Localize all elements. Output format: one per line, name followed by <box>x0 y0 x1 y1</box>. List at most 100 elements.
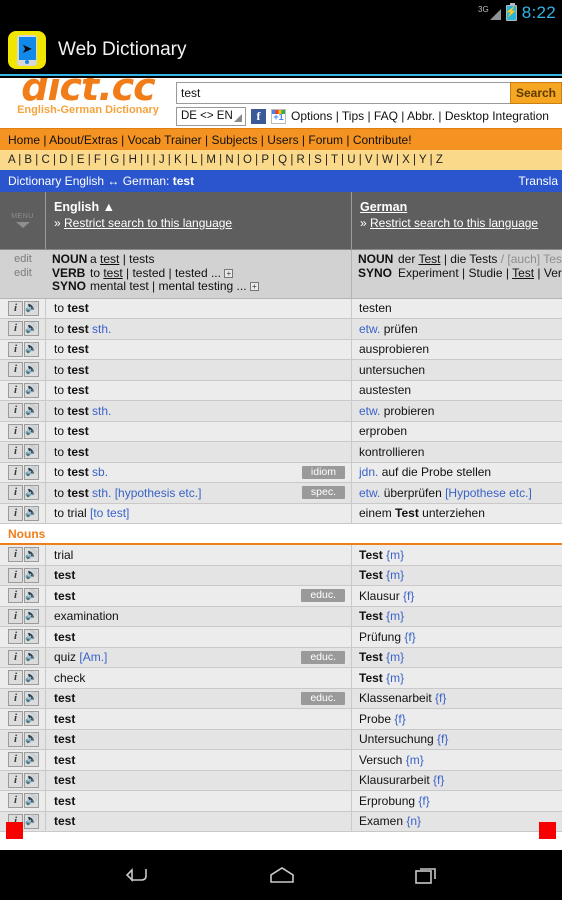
german-term-cell[interactable]: ausprobieren <box>352 340 562 360</box>
german-term-cell[interactable]: Probe {f} <box>352 709 562 729</box>
info-icon[interactable]: i <box>8 423 23 439</box>
table-row[interactable]: i 🔊 test Prüfung {f} <box>0 627 562 648</box>
english-term-cell[interactable]: to test sth. <box>46 401 352 421</box>
search-input[interactable] <box>176 82 510 104</box>
webview-content[interactable]: dict.cc English-German Dictionary Search… <box>0 78 562 850</box>
table-row[interactable]: i 🔊 trial Test {m} <box>0 545 562 566</box>
info-icon[interactable]: i <box>8 382 23 398</box>
speaker-icon[interactable]: 🔊 <box>24 464 39 480</box>
info-icon[interactable]: i <box>8 362 23 378</box>
german-term-cell[interactable]: Examen {n} <box>352 812 562 832</box>
info-icon[interactable]: i <box>8 690 23 706</box>
edit-links[interactable]: edit edit <box>0 250 46 298</box>
table-row[interactable]: i 🔊 test Untersuchung {f} <box>0 729 562 750</box>
table-row[interactable]: i 🔊 to trial [to test] einem Test unterzieh… <box>0 503 562 524</box>
info-icon[interactable]: i <box>8 485 23 501</box>
info-icon[interactable]: i <box>8 608 23 624</box>
speaker-icon[interactable]: 🔊 <box>24 341 39 357</box>
english-term-cell[interactable]: test <box>46 729 352 749</box>
table-row[interactable]: i 🔊 examination Test {m} <box>0 606 562 627</box>
info-icon[interactable]: i <box>8 629 23 645</box>
german-term-cell[interactable]: Erprobung {f} <box>352 791 562 811</box>
alphabet-nav-bar[interactable]: A | B | C | D | E | F | G | H | I | J | … <box>0 150 562 170</box>
info-icon[interactable]: i <box>8 505 23 521</box>
german-term-cell[interactable]: Untersuchung {f} <box>352 730 562 750</box>
english-term-cell[interactable]: test <box>46 750 352 770</box>
german-term-cell[interactable]: Test {m} <box>352 545 562 565</box>
english-term-cell[interactable]: test educ. <box>46 586 352 606</box>
info-icon[interactable]: i <box>8 547 23 563</box>
english-term-cell[interactable]: to test sth. [hypothesis etc.] spec. <box>46 483 352 503</box>
german-term-cell[interactable]: untersuchen <box>352 360 562 380</box>
german-term-cell[interactable]: Klassenarbeit {f} <box>352 689 562 709</box>
table-row[interactable]: i 🔊 test Examen {n} <box>0 811 562 832</box>
english-label[interactable]: English ▲ <box>54 200 351 214</box>
german-term-cell[interactable]: einem Test unterziehen <box>352 504 562 524</box>
speaker-icon[interactable]: 🔊 <box>24 690 39 706</box>
main-nav-bar[interactable]: Home | About/Extras | Vocab Trainer | Su… <box>0 128 562 150</box>
speaker-icon[interactable]: 🔊 <box>24 300 39 316</box>
info-icon[interactable]: i <box>8 300 23 316</box>
english-term-cell[interactable]: to test <box>46 339 352 359</box>
german-term-cell[interactable]: Test {m} <box>352 648 562 668</box>
english-term-cell[interactable]: to test <box>46 421 352 441</box>
info-icon[interactable]: i <box>8 444 23 460</box>
table-row[interactable]: i 🔊 to test ausprobieren <box>0 339 562 360</box>
info-icon[interactable]: i <box>8 670 23 686</box>
german-term-cell[interactable]: etw. überprüfen [Hypothese etc.] <box>352 483 562 503</box>
table-row[interactable]: i 🔊 to test untersuchen <box>0 360 562 381</box>
facebook-icon[interactable]: f <box>251 108 266 124</box>
info-icon[interactable]: i <box>8 772 23 788</box>
english-term-cell[interactable]: to trial [to test] <box>46 503 352 523</box>
english-term-cell[interactable]: quiz [Am.] educ. <box>46 647 352 667</box>
home-icon[interactable] <box>268 865 296 885</box>
german-term-cell[interactable]: erproben <box>352 422 562 442</box>
english-term-cell[interactable]: test educ. <box>46 688 352 708</box>
speaker-icon[interactable]: 🔊 <box>24 608 39 624</box>
option-links[interactable]: Options | Tips | FAQ | Abbr. | Desktop I… <box>291 109 549 123</box>
speaker-icon[interactable]: 🔊 <box>24 649 39 665</box>
expand-icon[interactable]: + <box>224 268 234 278</box>
speaker-icon[interactable]: 🔊 <box>24 772 39 788</box>
info-icon[interactable]: i <box>8 567 23 583</box>
english-term-cell[interactable]: test <box>46 791 352 811</box>
german-term-cell[interactable]: Klausurarbeit {f} <box>352 771 562 791</box>
english-term-cell[interactable]: examination <box>46 606 352 626</box>
speaker-icon[interactable]: 🔊 <box>24 321 39 337</box>
speaker-icon[interactable]: 🔊 <box>24 505 39 521</box>
german-term-cell[interactable]: Test {m} <box>352 566 562 586</box>
speaker-icon[interactable]: 🔊 <box>24 588 39 604</box>
german-term-cell[interactable]: Test {m} <box>352 668 562 688</box>
info-icon[interactable]: i <box>8 752 23 768</box>
table-row[interactable]: i 🔊 test Versuch {m} <box>0 750 562 771</box>
speaker-icon[interactable]: 🔊 <box>24 731 39 747</box>
info-icon[interactable]: i <box>8 464 23 480</box>
table-row[interactable]: i 🔊 test educ. Klausur {f} <box>0 586 562 607</box>
speaker-icon[interactable]: 🔊 <box>24 629 39 645</box>
german-term-cell[interactable]: Prüfung {f} <box>352 627 562 647</box>
english-term-cell[interactable]: test <box>46 811 352 831</box>
back-icon[interactable] <box>124 865 150 885</box>
german-term-cell[interactable]: austesten <box>352 381 562 401</box>
menu-button[interactable]: MENU <box>0 192 46 249</box>
english-term-cell[interactable]: to test <box>46 360 352 380</box>
search-button[interactable]: Search <box>510 82 562 104</box>
table-row[interactable]: i 🔊 to test sth. [hypothesis etc.] spec. etw… <box>0 483 562 504</box>
table-row[interactable]: i 🔊 quiz [Am.] educ. Test {m} <box>0 647 562 668</box>
german-term-cell[interactable]: kontrollieren <box>352 442 562 462</box>
speaker-icon[interactable]: 🔊 <box>24 793 39 809</box>
german-term-cell[interactable]: Klausur {f} <box>352 586 562 606</box>
german-term-cell[interactable]: etw. probieren <box>352 401 562 421</box>
english-term-cell[interactable]: test <box>46 565 352 585</box>
table-row[interactable]: i 🔊 to test sb. idiom jdn. auf die Probe ste… <box>0 462 562 483</box>
english-term-cell[interactable]: to test <box>46 298 352 318</box>
edit-link-noun[interactable]: edit <box>0 253 46 267</box>
info-icon[interactable]: i <box>8 711 23 727</box>
table-row[interactable]: i 🔊 to test erproben <box>0 421 562 442</box>
speaker-icon[interactable]: 🔊 <box>24 423 39 439</box>
german-term-cell[interactable]: Versuch {m} <box>352 750 562 770</box>
german-restrict-link[interactable]: » Restrict search to this language <box>360 216 538 230</box>
english-term-cell[interactable]: check <box>46 668 352 688</box>
german-term-cell[interactable]: Test {m} <box>352 607 562 627</box>
speaker-icon[interactable]: 🔊 <box>24 362 39 378</box>
